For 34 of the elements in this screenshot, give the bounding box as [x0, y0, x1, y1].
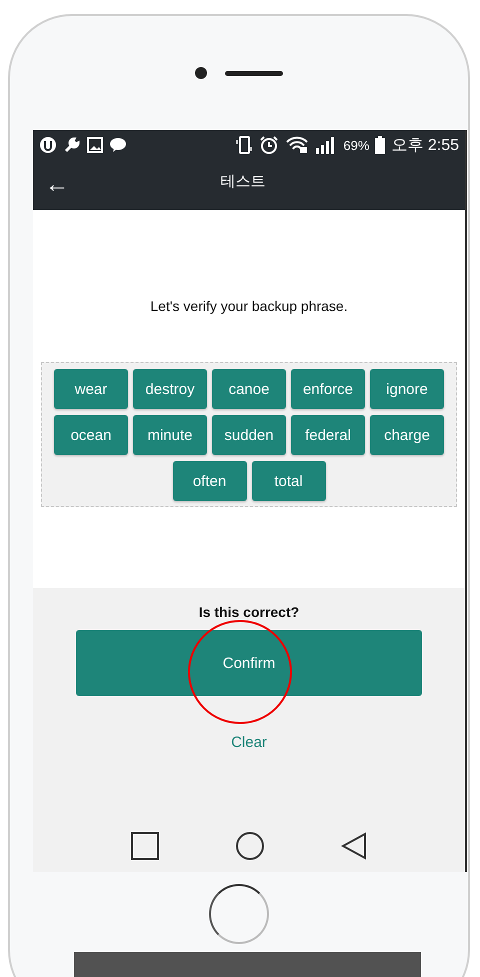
- recents-icon[interactable]: [131, 832, 160, 860]
- screen-title: 테스트: [220, 172, 266, 192]
- word-chip[interactable]: ignore: [370, 369, 444, 409]
- chat-bubble-icon: [109, 137, 127, 153]
- home-button[interactable]: [209, 884, 269, 944]
- battery-percent: 69%: [343, 138, 370, 152]
- image-icon: [87, 137, 103, 153]
- home-icon[interactable]: [236, 832, 264, 860]
- wifi-icon: [285, 136, 310, 154]
- status-time: 오후 2:55: [391, 136, 459, 156]
- word-chip[interactable]: wear: [54, 369, 128, 409]
- alarm-clock-icon: [259, 135, 280, 155]
- word-chip[interactable]: destroy: [133, 369, 207, 409]
- word-chip[interactable]: canoe: [212, 369, 286, 409]
- instruction-text: Let's verify your backup phrase.: [150, 298, 348, 314]
- word-chip[interactable]: charge: [370, 415, 444, 455]
- clear-link[interactable]: Clear: [231, 734, 267, 751]
- back-triangle-icon[interactable]: [340, 832, 367, 860]
- word-chip[interactable]: sudden: [212, 415, 286, 455]
- word-chip[interactable]: ocean: [54, 415, 128, 455]
- confirm-button[interactable]: Confirm: [76, 630, 422, 696]
- camera-icon: [195, 67, 207, 79]
- word-chip[interactable]: federal: [291, 415, 365, 455]
- back-button[interactable]: ←: [45, 173, 69, 197]
- word-chip[interactable]: enforce: [291, 369, 365, 409]
- vibrate-icon: [235, 135, 254, 155]
- word-chip[interactable]: total: [252, 461, 326, 501]
- battery-icon: [375, 136, 386, 154]
- word-chip[interactable]: minute: [133, 415, 207, 455]
- app-logo-icon: [39, 136, 57, 154]
- speaker-icon: [225, 70, 283, 76]
- question-text: Is this correct?: [198, 604, 300, 620]
- wrench-icon: [63, 136, 81, 154]
- word-chip[interactable]: often: [172, 461, 246, 501]
